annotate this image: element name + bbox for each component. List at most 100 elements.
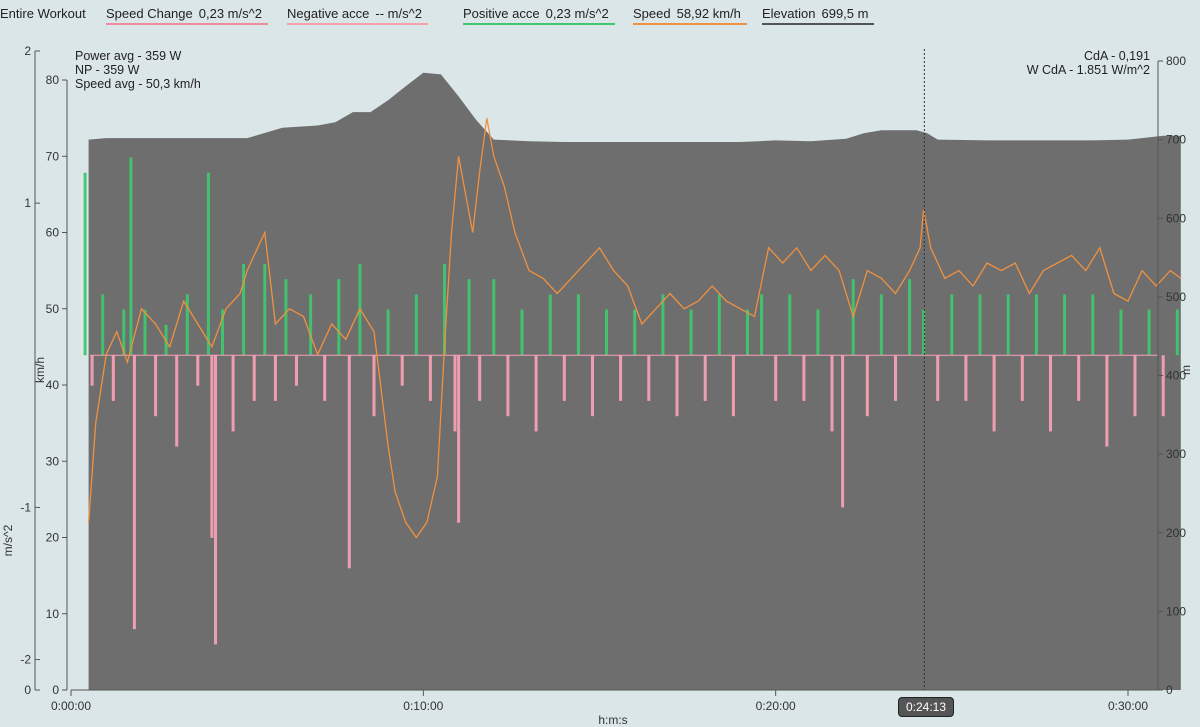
accel-bar <box>111 355 115 401</box>
accel-bar <box>760 294 764 356</box>
accel-tick-label: 1 <box>24 196 31 210</box>
accel-bar <box>309 294 313 356</box>
accel-bar <box>703 355 707 401</box>
accel-bar <box>576 294 580 356</box>
accel-bar <box>90 355 94 386</box>
elevation-tick-label: 500 <box>1166 290 1186 304</box>
accel-bar <box>263 264 267 356</box>
accel-bar <box>950 294 954 356</box>
legend-item-value: 699,5 m <box>821 6 869 21</box>
accel-bar <box>1091 294 1095 356</box>
accel-bar <box>414 294 418 356</box>
accel-bar <box>908 279 912 356</box>
accel-bar <box>1161 355 1165 417</box>
x-tick-label: 0:20:00 <box>756 699 796 713</box>
speed-tick-label: 0 <box>52 683 59 697</box>
accel-bar <box>520 309 524 356</box>
elevation-tick-label: 700 <box>1166 133 1186 147</box>
accel-bar <box>675 355 679 417</box>
info-speed-avg: Speed avg - 50,3 km/h <box>75 77 201 91</box>
accel-tick-label: 2 <box>24 44 31 58</box>
legend-item-name: Negative acce <box>287 6 370 21</box>
accel-bar <box>175 355 179 447</box>
elevation-tick-label: 600 <box>1166 211 1186 225</box>
accel-bar <box>562 355 566 401</box>
legend-item-speed-change[interactable]: Speed Change 0,23 m/s^2 <box>106 6 268 25</box>
accel-bar <box>252 355 256 401</box>
accel-tick-label: -2 <box>20 653 31 667</box>
accel-bar <box>1105 355 1109 447</box>
x-tick-label: 0:10:00 <box>403 699 443 713</box>
accel-bar <box>894 355 897 401</box>
speed-tick-label: 70 <box>46 149 60 163</box>
legend-item-negative-acce[interactable]: Negative acce -- m/s^2 <box>287 6 428 25</box>
accel-axis-label: m/s^2 <box>1 524 15 556</box>
accel-bar <box>605 309 608 356</box>
speed-tick-label: 20 <box>46 531 60 545</box>
accel-bar <box>1049 355 1052 432</box>
info-np: NP - 359 W <box>75 63 140 77</box>
accel-bar <box>978 294 982 356</box>
accel-bar <box>717 294 721 356</box>
accel-bar <box>1175 309 1179 356</box>
accel-bar <box>865 355 869 417</box>
legend-item-name: Elevation <box>762 6 816 21</box>
accel-bar <box>591 355 594 417</box>
accel-bar <box>788 294 792 356</box>
accel-bar <box>1119 309 1123 356</box>
speed-tick-label: 10 <box>46 607 60 621</box>
accel-bar <box>101 294 105 356</box>
cursor-time-badge[interactable]: 0:24:13 <box>898 697 954 717</box>
accel-bar <box>922 309 926 356</box>
accel-bar <box>210 355 214 538</box>
speed-axis-label: km/h <box>33 357 47 383</box>
info-cda: CdA - 0,191 <box>1083 49 1150 63</box>
speed-tick-label: 50 <box>46 302 60 316</box>
accel-bar <box>428 355 432 401</box>
accel-bar <box>323 355 327 401</box>
accel-bar <box>689 309 693 356</box>
legend-item-elevation[interactable]: Elevation 699,5 m <box>762 6 875 25</box>
elevation-area <box>88 72 1181 691</box>
speed-tick-label: 80 <box>46 73 60 87</box>
accel-bar <box>453 355 457 432</box>
accel-bar <box>1020 355 1024 401</box>
accel-bar <box>619 355 623 401</box>
x-axis-label: h:m:s <box>598 713 627 727</box>
accel-bar <box>964 355 968 401</box>
accel-bar <box>830 355 834 432</box>
accel-bar <box>816 309 820 356</box>
speed-tick-label: 40 <box>46 378 60 392</box>
legend-item-positive-acce[interactable]: Positive acce 0,23 m/s^2 <box>463 6 615 25</box>
accel-bar <box>1077 355 1081 401</box>
accel-bar <box>1006 294 1010 356</box>
accel-bar <box>992 355 996 432</box>
accel-tick-label: -1 <box>20 500 31 514</box>
legend-item-speed[interactable]: Speed 58,92 km/h <box>633 6 747 25</box>
accel-bar <box>400 355 404 386</box>
legend-item-value: -- m/s^2 <box>375 6 422 21</box>
legend-scope[interactable]: Entire Workout <box>0 6 86 25</box>
accel-bar <box>231 355 235 432</box>
accel-bar <box>841 355 845 508</box>
accel-bar <box>457 355 461 523</box>
accel-bar <box>132 355 136 630</box>
accel-bar <box>372 355 376 417</box>
accel-bar <box>746 309 749 356</box>
x-tick-label: 0:30:00 <box>1108 699 1148 713</box>
legend-item-value: 58,92 km/h <box>676 6 741 21</box>
accel-bar <box>337 279 341 356</box>
speed-tick-label: 60 <box>46 226 60 240</box>
elevation-tick-label: 0 <box>1166 683 1173 697</box>
accel-bar <box>633 309 637 356</box>
accel-bar <box>534 355 538 432</box>
accel-bar <box>1063 294 1067 356</box>
accel-bar <box>478 355 482 401</box>
speed-tick-label: 30 <box>46 454 60 468</box>
accel-bar <box>206 172 210 356</box>
accel-bar <box>548 294 552 356</box>
info-left: Power avg - 359 W NP - 359 W Speed avg -… <box>75 49 201 91</box>
info-wcda: W CdA - 1.851 W/m^2 <box>1026 63 1150 77</box>
info-power-avg: Power avg - 359 W <box>75 49 182 63</box>
accel-bar <box>214 355 217 645</box>
